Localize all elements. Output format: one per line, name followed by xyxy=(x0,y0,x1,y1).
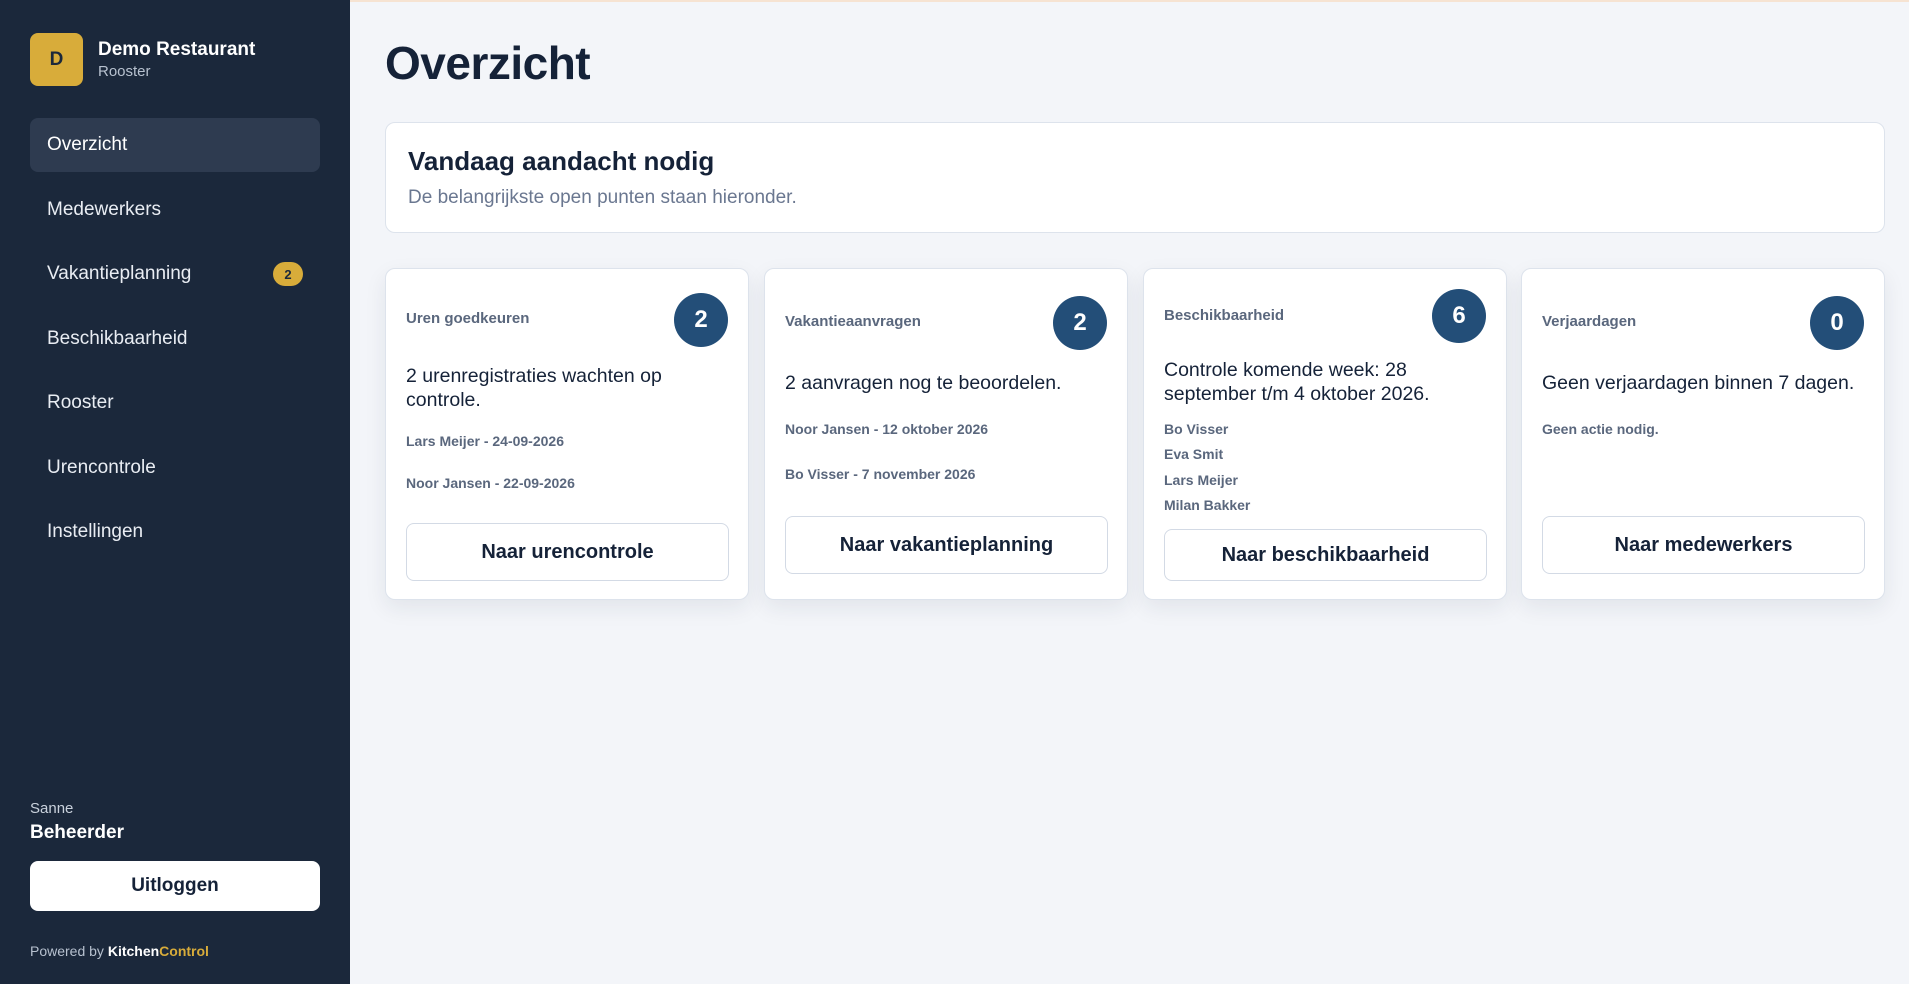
list-item: Noor Jansen - 12 oktober 2026 xyxy=(785,421,989,437)
card-verjaardagen: Verjaardagen 0 Geen verjaardagen binnen … xyxy=(1521,268,1885,600)
powered-by-brand-part1: Kitchen xyxy=(107,943,160,959)
sidebar-item-label: Medewerkers xyxy=(47,198,162,220)
attention-panel: Vandaag aandacht nodig De belangrijkste … xyxy=(385,122,1885,233)
notification-badge: 2 xyxy=(273,262,303,286)
sidebar-item-label: Rooster xyxy=(47,392,114,413)
sidebar: D Demo Restaurant Rooster Overzicht Mede… xyxy=(0,0,350,984)
sidebar-item-vakantieplanning[interactable]: Vakantieplanning 2 xyxy=(30,247,320,301)
brand: D Demo Restaurant Rooster xyxy=(30,33,255,86)
sidebar-item-label: Instellingen xyxy=(47,521,144,542)
card-description: 2 urenregistraties wachten op controle. xyxy=(406,365,662,411)
card-description: Geen verjaardagen binnen 7 dagen. xyxy=(1542,372,1855,394)
attention-title: Vandaag aandacht nodig xyxy=(408,146,715,176)
beschikbaarheid-button[interactable]: Naar beschikbaarheid xyxy=(1164,529,1487,581)
card-label: Beschikbaarheid xyxy=(1164,307,1285,324)
attention-subtitle: De belangrijkste open punten staan hiero… xyxy=(408,187,797,208)
sidebar-item-overzicht[interactable]: Overzicht xyxy=(30,118,320,172)
card-label: Vakantieaanvragen xyxy=(785,313,921,330)
powered-by: Powered by KitchenControl xyxy=(30,943,209,959)
list-item: Milan Bakker xyxy=(1164,497,1251,513)
sidebar-item-label: Urencontrole xyxy=(47,456,156,478)
card-label: Verjaardagen xyxy=(1542,313,1637,330)
brand-text: Demo Restaurant Rooster xyxy=(98,38,255,82)
sidebar-item-beschikbaarheid[interactable]: Beschikbaarheid xyxy=(30,312,320,366)
list-item: Eva Smit xyxy=(1164,446,1224,462)
vakantieplanning-button[interactable]: Naar vakantieplanning xyxy=(785,516,1108,574)
sidebar-item-instellingen[interactable]: Instellingen xyxy=(30,505,320,559)
sidebar-item-urencontrole[interactable]: Urencontrole xyxy=(30,441,320,495)
list-item: Bo Visser xyxy=(1164,421,1229,437)
list-item: Bo Visser - 7 november 2026 xyxy=(785,466,976,482)
brand-name: Demo Restaurant xyxy=(98,38,256,60)
sidebar-nav: Overzicht Medewerkers Vakantieplanning 2… xyxy=(30,118,320,570)
count-badge: 2 xyxy=(1053,296,1107,350)
list-item: Geen actie nodig. xyxy=(1542,421,1659,437)
count-badge: 6 xyxy=(1432,289,1486,343)
sidebar-item-rooster[interactable]: Rooster xyxy=(30,376,320,430)
powered-by-prefix: Powered by xyxy=(30,943,108,959)
card-description: 2 aanvragen nog te beoordelen. xyxy=(785,372,1062,394)
page-title: Overzicht xyxy=(385,37,591,89)
count-badge: 0 xyxy=(1810,296,1864,350)
list-item: Lars Meijer - 24-09-2026 xyxy=(406,433,564,449)
powered-by-brand-part2: Control xyxy=(159,943,209,959)
sidebar-item-label: Overzicht xyxy=(47,134,128,155)
brand-logo: D xyxy=(30,33,83,86)
brand-subtitle: Rooster xyxy=(98,62,151,80)
urencontrole-button[interactable]: Naar urencontrole xyxy=(406,523,729,581)
list-item: Noor Jansen - 22-09-2026 xyxy=(406,475,575,491)
user-name: Sanne xyxy=(30,800,74,817)
card-beschikbaarheid: Beschikbaarheid 6 Controle komende week:… xyxy=(1143,268,1507,600)
logout-button[interactable]: Uitloggen xyxy=(30,861,320,911)
card-description: Controle komende week: 28 september t/m … xyxy=(1164,359,1430,405)
card-uren-goedkeuren: Uren goedkeuren 2 2 urenregistraties wac… xyxy=(385,268,749,600)
card-label: Uren goedkeuren xyxy=(406,310,530,327)
sidebar-item-medewerkers[interactable]: Medewerkers xyxy=(30,183,320,237)
user-role: Beheerder xyxy=(30,822,124,843)
medewerkers-button[interactable]: Naar medewerkers xyxy=(1542,516,1865,574)
card-vakantieaanvragen: Vakantieaanvragen 2 2 aanvragen nog te b… xyxy=(764,268,1128,600)
sidebar-item-label: Beschikbaarheid xyxy=(47,327,188,349)
sidebar-item-label: Vakantieplanning xyxy=(47,263,192,284)
count-badge: 2 xyxy=(674,293,728,347)
list-item: Lars Meijer xyxy=(1164,472,1238,488)
user-info: Sanne Beheerder xyxy=(30,800,124,844)
